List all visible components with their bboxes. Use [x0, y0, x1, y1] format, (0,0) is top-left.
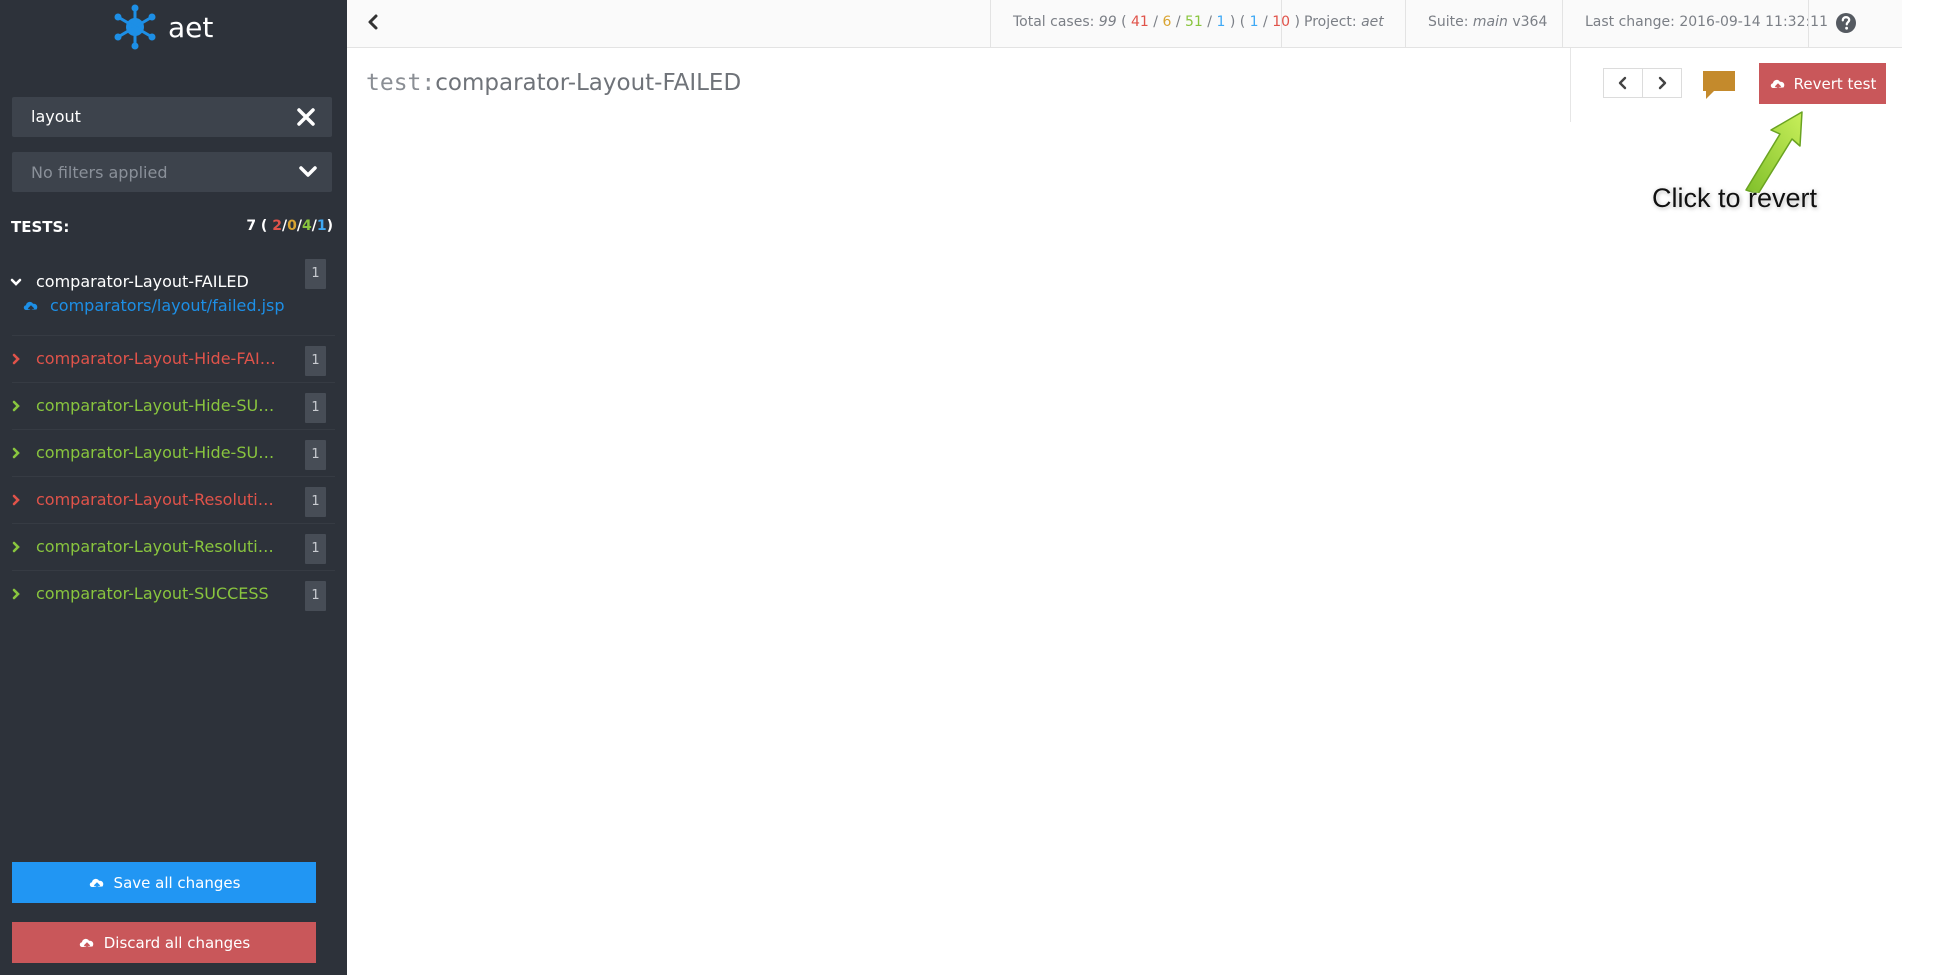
discard-all-button[interactable]: Discard all changes: [12, 922, 316, 963]
chevron-down-icon: [299, 166, 317, 177]
cases-rebased: 1: [1249, 14, 1259, 30]
tests-total: 7: [246, 218, 257, 234]
arrow-annotation: [1745, 111, 1803, 193]
test-item[interactable]: comparator-Layout-SUCCESS 1: [0, 571, 347, 618]
test-count-badge: 1: [305, 393, 326, 423]
help-icon[interactable]: [1835, 12, 1857, 34]
test-name[interactable]: comparator-Layout-SUCCESS: [36, 584, 276, 603]
suite-version: v364: [1512, 14, 1548, 30]
test-count-badge: 1: [305, 440, 326, 470]
test-item[interactable]: comparator-Layout-Resolution-… 1: [0, 477, 347, 524]
test-name[interactable]: comparator-Layout-Hide-FAILE…: [36, 349, 276, 368]
cloud-upload-icon: [89, 878, 103, 889]
test-count-badge: 1: [305, 534, 326, 564]
last-change-label: Last change:: [1585, 14, 1675, 30]
help-button[interactable]: [1808, 0, 1892, 47]
test-url-link[interactable]: comparators/layout/failed.jsp: [22, 296, 285, 315]
suite-label: Suite:: [1428, 14, 1469, 30]
test-name[interactable]: comparator-Layout-Resolution-…: [36, 537, 276, 556]
total-cases-label: Total cases:: [1013, 14, 1095, 30]
test-row[interactable]: comparator-Layout-Hide-FAILE… 1: [0, 336, 347, 383]
chevron-right-icon[interactable]: [10, 541, 22, 553]
save-all-button[interactable]: Save all changes: [12, 862, 316, 903]
comment-icon[interactable]: [1702, 70, 1736, 100]
tests-label: TESTS:: [11, 218, 70, 236]
test-count-badge: 1: [305, 581, 326, 611]
cases-warning: 6: [1162, 14, 1172, 30]
previous-test-button[interactable]: [1603, 68, 1643, 98]
project-label: Project:: [1304, 14, 1357, 30]
test-row[interactable]: comparator-Layout-Resolution-… 1: [0, 477, 347, 524]
next-test-button[interactable]: [1642, 68, 1682, 98]
last-change-value: 2016-09-14 11:32:11: [1679, 14, 1829, 30]
test-actions: Revert test: [1570, 48, 1903, 122]
logo[interactable]: aet: [112, 4, 213, 50]
revert-test-label: Revert test: [1793, 74, 1877, 93]
logo-icon: [114, 4, 156, 50]
cloud-upload-icon: [79, 938, 94, 949]
chevron-left-icon: [1618, 76, 1627, 90]
chevron-right-icon[interactable]: [10, 447, 22, 459]
test-name[interactable]: comparator-Layout-Hide-SUCC…: [36, 396, 276, 415]
title-text: comparator-Layout-FAILED: [435, 70, 742, 96]
logo-text: aet: [168, 10, 214, 44]
test-url[interactable]: comparators/layout/failed.jsp: [50, 296, 285, 315]
cases-info: 1: [1216, 14, 1226, 30]
test-row[interactable]: comparator-Layout-Hide-SUCC… 1: [0, 430, 347, 477]
test-row[interactable]: comparator-Layout-Resolution-… 1: [0, 524, 347, 571]
chevron-right-icon[interactable]: [10, 494, 22, 506]
total-cases-value: 99: [1098, 14, 1117, 30]
search-input[interactable]: layout: [12, 97, 332, 137]
chevron-down-icon[interactable]: [10, 276, 22, 288]
save-all-label: Save all changes: [113, 873, 241, 892]
top-bar: Total cases: 99 ( 41 / 6 / 51 / 1 ) ( 1 …: [347, 0, 1902, 48]
test-count-badge: 1: [305, 487, 326, 517]
chevron-right-icon: [1658, 76, 1667, 90]
tests-counts: 7 ( 2/0/4/1): [246, 218, 333, 234]
annotation-callout: Click to revert: [1652, 183, 1818, 213]
discard-all-label: Discard all changes: [103, 933, 251, 952]
chevron-right-icon[interactable]: [10, 400, 22, 412]
test-name[interactable]: comparator-Layout-Resolution-…: [36, 490, 276, 509]
test-item[interactable]: comparator-Layout-Hide-FAILE… 1: [0, 336, 347, 383]
test-item[interactable]: comparator-Layout-Hide-SUCC… 1: [0, 430, 347, 477]
cases-success: 51: [1185, 14, 1203, 30]
test-item[interactable]: comparator-Layout-Resolution-… 1: [0, 524, 347, 571]
chevron-right-icon[interactable]: [10, 588, 22, 600]
test-row[interactable]: comparator-Layout-Hide-SUCC… 1: [0, 383, 347, 430]
test-count-badge: 1: [305, 259, 326, 289]
filter-placeholder: No filters applied: [31, 163, 168, 182]
chevron-right-icon[interactable]: [10, 353, 22, 365]
revert-test-button[interactable]: Revert test: [1759, 63, 1886, 104]
search-value[interactable]: layout: [31, 107, 81, 126]
suite-name: main: [1472, 14, 1508, 30]
tests-warning-count: 0: [287, 218, 297, 234]
tests-success-count: 4: [301, 218, 312, 234]
last-change-info: Last change: 2016-09-14 11:32:11: [1562, 0, 1828, 47]
suite-info: Suite: main v364: [1405, 0, 1562, 47]
chevron-left-icon[interactable]: [366, 13, 380, 31]
tests-info-count: 1: [316, 218, 327, 234]
cloud-upload-icon: [23, 301, 38, 312]
close-icon[interactable]: [296, 107, 316, 127]
cases-failed: 41: [1131, 14, 1149, 30]
page-title: test:comparator-Layout-FAILED: [366, 70, 741, 96]
sidebar: aet layout No filters applied TESTS: 7 (…: [0, 0, 347, 975]
test-row[interactable]: comparator-Layout-SUCCESS 1: [0, 571, 347, 618]
cloud-upload-icon: [1770, 79, 1784, 90]
title-prefix: test:: [366, 70, 436, 96]
project-value: aet: [1361, 14, 1384, 30]
test-count-badge: 1: [305, 346, 326, 376]
tests-failed-count: 2: [272, 218, 282, 234]
test-name[interactable]: comparator-Layout-FAILED: [36, 272, 276, 291]
test-name[interactable]: comparator-Layout-Hide-SUCC…: [36, 443, 276, 462]
project-info: Project: aet: [1281, 0, 1405, 47]
tests-header: TESTS: 7 ( 2/0/4/1): [11, 218, 333, 238]
test-item[interactable]: comparator-Layout-Hide-SUCC… 1: [0, 383, 347, 430]
filter-dropdown[interactable]: No filters applied: [12, 152, 332, 192]
total-cases: Total cases: 99 ( 41 / 6 / 51 / 1 ) ( 1 …: [990, 0, 1300, 47]
